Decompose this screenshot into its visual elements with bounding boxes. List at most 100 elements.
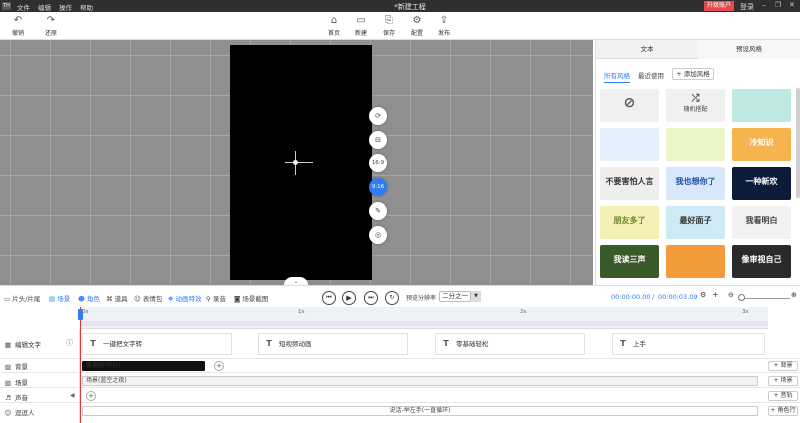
track-label-scene: ▧ 场景: [4, 379, 28, 387]
config-button[interactable]: ⚙ 配置: [402, 15, 432, 37]
chevron-down-icon[interactable]: ▼: [471, 291, 481, 302]
home-icon: ⌂: [330, 15, 338, 26]
publish-icon: ⇪: [439, 15, 449, 26]
login-link[interactable]: 登录: [740, 2, 754, 12]
style-thumb[interactable]: [600, 128, 659, 161]
text-icon: T: [620, 339, 626, 348]
tick-2s: 2s: [520, 309, 527, 315]
style-thumb[interactable]: [732, 89, 791, 122]
style-thumb-text: 冷知识: [749, 138, 774, 147]
prop-button[interactable]: ⌘ 道具: [106, 293, 128, 303]
next-button[interactable]: ⏭: [364, 291, 378, 305]
home-button[interactable]: ⌂ 首页: [319, 15, 349, 37]
shuffle-icon: ⤮: [691, 93, 700, 104]
minimize-icon[interactable]: –: [762, 1, 766, 9]
playhead-handle[interactable]: [78, 309, 83, 320]
text-clip[interactable]: T 短视频动画: [258, 333, 408, 355]
menu-action[interactable]: 操作: [59, 2, 72, 12]
tab-preset-style[interactable]: 预设风格: [698, 40, 800, 59]
preview-stage[interactable]: [230, 45, 372, 280]
menu-edit[interactable]: 编辑: [38, 2, 51, 12]
style-thumb[interactable]: 我看明白: [732, 206, 791, 239]
scene-screenshot-button[interactable]: ◙ 场景截图: [234, 293, 268, 303]
style-thumb[interactable]: 我读三声: [600, 245, 659, 278]
publish-button[interactable]: ⇪ 发布: [429, 15, 459, 37]
filter-recent[interactable]: 最近使用: [638, 70, 664, 80]
panel-scrollbar[interactable]: [796, 88, 800, 198]
style-thumb-text: 我看明白: [745, 216, 778, 225]
scene-button[interactable]: ▤ 场景: [49, 293, 70, 303]
text-icon: T: [90, 339, 96, 348]
person-clip[interactable]: 说话-举左手(一直循环): [82, 406, 758, 416]
ratio-16-9-button[interactable]: 16:9: [369, 154, 387, 172]
zoom-knob[interactable]: [738, 294, 745, 301]
ratio-select[interactable]: 二分之一: [439, 291, 471, 302]
text-clip[interactable]: T 一键把文字转: [82, 333, 232, 355]
loop-button[interactable]: ↻: [385, 291, 399, 305]
style-thumb[interactable]: 冷知识: [732, 128, 791, 161]
background-clip[interactable]: 背景图(默认): [82, 361, 205, 371]
style-none-thumb[interactable]: ⊘: [600, 89, 659, 122]
save-button[interactable]: ⎘ 保存: [374, 15, 404, 37]
add-time-icon[interactable]: +: [712, 290, 719, 299]
playhead[interactable]: [80, 307, 81, 423]
style-thumb-text: 朋友多了: [613, 216, 646, 225]
expand-handle[interactable]: ⌄: [284, 277, 308, 285]
add-background-icon[interactable]: +: [214, 361, 224, 371]
style-random-thumb[interactable]: ⤮ 随机搭配: [666, 89, 725, 122]
rotate-button[interactable]: ⟳: [369, 107, 387, 125]
style-thumb[interactable]: 不要害怕人言: [600, 167, 659, 200]
style-thumb[interactable]: 朋友多了: [600, 206, 659, 239]
style-thumb[interactable]: 像审视自己: [732, 245, 791, 278]
filter-all-styles[interactable]: 所有风格: [604, 70, 630, 83]
redo-button[interactable]: ↷ 还原: [36, 15, 66, 37]
add-background-button[interactable]: + 背景: [768, 361, 798, 371]
lock-button[interactable]: ⊟: [369, 131, 387, 149]
zoom-out-icon[interactable]: ⊖: [728, 291, 734, 299]
style-thumb[interactable]: [666, 128, 725, 161]
text-clip[interactable]: T 零基础轻松: [435, 333, 585, 355]
role-button[interactable]: ☻ 角色: [78, 293, 100, 303]
add-role-button[interactable]: + 角色行: [768, 406, 798, 416]
no-style-icon: ⊘: [623, 95, 636, 111]
menu-help[interactable]: 帮助: [80, 2, 93, 12]
timeline-ruler[interactable]: 0s 1s 2s 3s: [80, 307, 768, 329]
add-scene-button[interactable]: + 场景: [768, 376, 798, 386]
scene-clip[interactable]: 场景(蓝空之夜): [82, 376, 758, 386]
style-thumb[interactable]: 一种新欢: [732, 167, 791, 200]
upgrade-button[interactable]: 升级账户: [704, 1, 734, 11]
text-clip[interactable]: T 上手: [612, 333, 765, 355]
tick-3s: 3s: [742, 309, 749, 315]
menu-file[interactable]: 文件: [17, 2, 30, 12]
animation-effect-button[interactable]: ✥ 动画特效: [168, 293, 202, 303]
zoom-track[interactable]: [745, 298, 790, 299]
app-logo: TH: [2, 2, 11, 10]
emoji-button[interactable]: ☺ 表情包: [134, 293, 162, 303]
new-file-icon: ▭: [356, 15, 366, 26]
prev-button[interactable]: ⏮: [322, 291, 336, 305]
edit-button[interactable]: ✎: [369, 202, 387, 220]
style-thumb-text: 不要害怕人言: [605, 177, 654, 186]
play-button[interactable]: ▶: [342, 291, 356, 305]
ratio-9-16-button[interactable]: 9:16: [369, 178, 387, 196]
row-divider: [0, 402, 800, 403]
zoom-in-icon[interactable]: ⊕: [791, 291, 797, 299]
intro-outro-button[interactable]: ▭ 片头/片尾: [4, 293, 40, 303]
new-button[interactable]: ▭ 新建: [346, 15, 376, 37]
style-thumb[interactable]: 我也想你了: [666, 167, 725, 200]
record-button[interactable]: ⚲ 录音: [206, 293, 226, 303]
add-style-button[interactable]: + 添加风格: [672, 68, 714, 80]
undo-button[interactable]: ↶ 撤销: [3, 15, 33, 37]
help-icon[interactable]: ⓘ: [66, 338, 73, 348]
volume-icon[interactable]: ◀: [70, 392, 75, 399]
tab-text[interactable]: 文本: [596, 40, 698, 59]
target-button[interactable]: ◎: [369, 226, 387, 244]
settings-icon[interactable]: ⚙: [700, 291, 706, 299]
close-icon[interactable]: ✕: [789, 1, 795, 9]
add-audio-button[interactable]: + 音轨: [768, 391, 798, 401]
style-thumb[interactable]: [666, 245, 725, 278]
sound-track-icon: ♬: [5, 394, 11, 402]
style-thumb[interactable]: 最好面子: [666, 206, 725, 239]
add-sound-icon[interactable]: +: [86, 391, 96, 401]
maximize-icon[interactable]: ❐: [775, 1, 781, 9]
